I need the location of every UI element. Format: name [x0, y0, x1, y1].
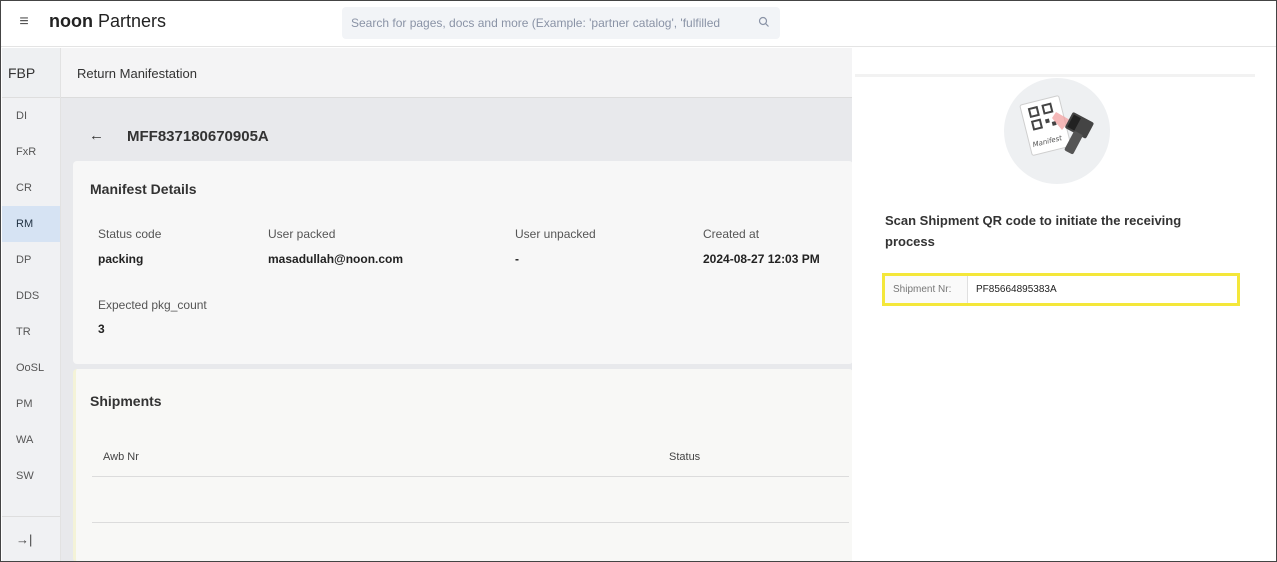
sidebar-item-wa[interactable]: WA — [2, 422, 60, 458]
table-divider — [92, 476, 849, 477]
drawer-divider — [855, 74, 1255, 77]
logo-rest: Partners — [92, 11, 167, 31]
sidebar-item-dds[interactable]: DDS — [2, 278, 60, 314]
sidebar-item-tr[interactable]: TR — [2, 314, 60, 350]
table-divider — [92, 522, 849, 523]
brand-logo[interactable]: noon Partners — [49, 11, 166, 32]
column-header-status[interactable]: Status — [669, 451, 700, 463]
shipment-number-input[interactable] — [969, 276, 1237, 303]
search-input[interactable]: Search for pages, docs and more (Example… — [342, 7, 780, 39]
column-header-awb[interactable]: Awb Nr — [103, 451, 139, 463]
user-unpacked-value: - — [515, 252, 519, 266]
shipments-card: Shipments Awb Nr Status — [73, 369, 853, 561]
user-packed-label: User packed — [268, 227, 336, 241]
scan-instruction: Scan Shipment QR code to initiate the re… — [885, 213, 1182, 249]
sidebar-item-sw[interactable]: SW — [2, 458, 60, 494]
manifest-details-card: Manifest Details Status code packing Use… — [73, 161, 853, 364]
breadcrumb-bar: Return Manifestation — [61, 48, 852, 98]
expected-pkg-count-label: Expected pkg_count — [98, 298, 207, 312]
search-placeholder: Search for pages, docs and more (Example… — [351, 16, 721, 30]
left-sidebar: FBP DI FxR CR RM DP DDS TR OoSL PM WA SW… — [2, 48, 61, 561]
qr-scanner-illustration: Manifest — [1004, 78, 1110, 184]
search-icon[interactable] — [758, 16, 770, 28]
user-unpacked-label: User unpacked — [515, 227, 596, 241]
created-at-label: Created at — [703, 227, 760, 241]
status-code-label: Status code — [98, 227, 162, 241]
shipment-number-label: Shipment Nr: — [885, 276, 968, 303]
user-packed-value: masadullah@noon.com — [268, 252, 404, 266]
top-bar: ≡ noon Partners Search for pages, docs a… — [1, 1, 1276, 47]
back-arrow-icon[interactable]: ← — [89, 127, 104, 144]
expand-sidebar-icon[interactable]: →| — [2, 516, 60, 561]
page-title: MFF837180670905A — [127, 128, 269, 145]
shipment-number-field: Shipment Nr: — [882, 273, 1240, 306]
sidebar-item-di[interactable]: DI — [2, 98, 60, 134]
app-window: ≡ noon Partners Search for pages, docs a… — [0, 0, 1277, 562]
created-at-value: 2024-08-27 12:03 PM — [703, 252, 820, 266]
logo-bold: noon — [49, 11, 93, 31]
sidebar-item-fxr[interactable]: FxR — [2, 134, 60, 170]
sidebar-item-dp[interactable]: DP — [2, 242, 60, 278]
shipments-title: Shipments — [90, 393, 162, 409]
scan-drawer: Manifest Scan Shipment QR code to initia… — [852, 48, 1276, 561]
manifest-details-title: Manifest Details — [90, 181, 197, 197]
breadcrumb[interactable]: Return Manifestation — [77, 66, 197, 81]
sidebar-item-pm[interactable]: PM — [2, 386, 60, 422]
sidebar-item-cr[interactable]: CR — [2, 170, 60, 206]
status-code-value: packing — [98, 252, 144, 266]
hamburger-menu-icon[interactable]: ≡ — [15, 12, 33, 32]
sidebar-item-rm[interactable]: RM — [2, 206, 60, 242]
sidebar-item-oosl[interactable]: OoSL — [2, 350, 60, 386]
expected-pkg-count-value: 3 — [98, 322, 105, 336]
main-content: Return Manifestation ← MFF837180670905A … — [61, 48, 853, 561]
sidebar-header: FBP — [2, 48, 60, 98]
manifest-scanner-icon: Manifest — [1019, 95, 1094, 156]
